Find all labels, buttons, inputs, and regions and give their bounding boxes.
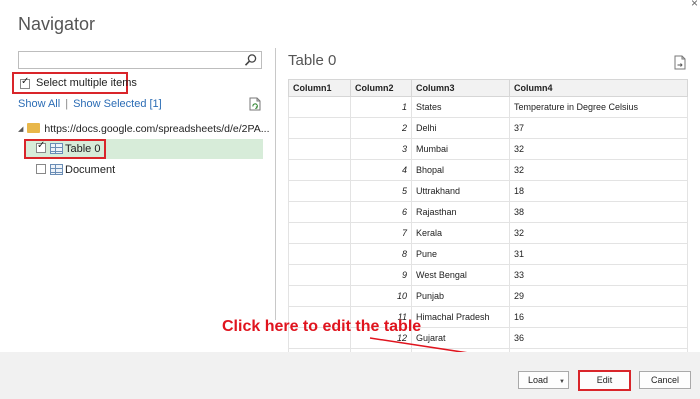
refresh-icon[interactable]	[249, 97, 261, 111]
table-row: 7 Kerala 32	[288, 222, 688, 244]
table-cell: 33	[509, 264, 688, 286]
table-cell: Kerala	[411, 222, 510, 244]
table-icon	[50, 143, 63, 154]
table-row: 10 Punjab 29	[288, 285, 688, 307]
link-separator: |	[65, 98, 69, 110]
table-cell: 16	[509, 306, 688, 328]
edit-button[interactable]: Edit	[578, 370, 631, 391]
column-header[interactable]: Column2	[350, 79, 412, 97]
table-row: 8 Pune 31	[288, 243, 688, 265]
panel-divider	[275, 48, 276, 320]
show-selected-link[interactable]: Show Selected [1]	[73, 98, 162, 110]
folder-icon	[27, 123, 41, 133]
show-all-link[interactable]: Show All	[18, 98, 60, 110]
search-icon[interactable]	[244, 53, 258, 67]
table-cell: 31	[509, 243, 688, 265]
table-row: 1 States Temperature in Degree Celsius	[288, 96, 688, 118]
table-cell: 32	[509, 159, 688, 181]
table-cell: 36	[509, 327, 688, 349]
table-row: 2 Delhi 37	[288, 117, 688, 139]
table-cell: 32	[509, 138, 688, 160]
checkbox-unchecked[interactable]	[36, 164, 46, 174]
table-cell: 29	[509, 285, 688, 307]
table-cell	[288, 159, 351, 181]
tree-item-table-0[interactable]: Table 0	[36, 140, 101, 155]
column-header[interactable]: Column4	[509, 79, 688, 97]
table-cell	[288, 264, 351, 286]
table-cell: Bhopal	[411, 159, 510, 181]
table-cell: West Bengal	[411, 264, 510, 286]
tree-root-label: https://docs.google.com/spreadsheets/d/e…	[44, 123, 270, 135]
column-header[interactable]: Column3	[411, 79, 510, 97]
table-cell: Punjab	[411, 285, 510, 307]
table-cell: 3	[350, 138, 412, 160]
table-cell: Rajasthan	[411, 201, 510, 223]
table-cell: 2	[350, 117, 412, 139]
table-cell: Temperature in Degree Celsius	[509, 96, 688, 118]
table-cell: 8	[350, 243, 412, 265]
chevron-down-icon: ▼	[559, 379, 565, 385]
table-cell	[288, 201, 351, 223]
table-cell: Gujarat	[411, 327, 510, 349]
tree-item-label: Table 0	[65, 143, 101, 155]
annotation-callout: Click here to edit the table	[222, 318, 422, 335]
tree-item-document[interactable]: Document	[36, 164, 115, 176]
table-row: 6 Rajasthan 38	[288, 201, 688, 223]
table-cell: States	[411, 96, 510, 118]
cancel-button[interactable]: Cancel	[639, 371, 691, 389]
close-icon[interactable]: ×	[691, 0, 698, 10]
load-dropdown-button[interactable]: ▼	[556, 371, 569, 389]
expand-triangle-icon[interactable]: ◢	[18, 125, 23, 133]
table-cell: 6	[350, 201, 412, 223]
table-cell: 5	[350, 180, 412, 202]
select-multiple-items-checkbox[interactable]: Select multiple items	[12, 72, 137, 94]
table-cell: 4	[350, 159, 412, 181]
table-cell	[288, 96, 351, 118]
tree-root-node[interactable]: ◢ https://docs.google.com/spreadsheets/d/…	[18, 123, 270, 135]
table-cell: 32	[509, 222, 688, 244]
table-cell	[288, 243, 351, 265]
table-cell	[288, 180, 351, 202]
table-cell: Delhi	[411, 117, 510, 139]
table-cell	[288, 222, 351, 244]
table-cell: 18	[509, 180, 688, 202]
table-row: 3 Mumbai 32	[288, 138, 688, 160]
table-cell: 7	[350, 222, 412, 244]
table-row: 9 West Bengal 33	[288, 264, 688, 286]
table-cell: Mumbai	[411, 138, 510, 160]
table-cell	[288, 117, 351, 139]
table-cell: 37	[509, 117, 688, 139]
table-cell: 9	[350, 264, 412, 286]
table-icon	[50, 164, 63, 175]
table-cell: Himachal Pradesh	[411, 306, 510, 328]
export-icon[interactable]	[674, 55, 686, 70]
table-cell: Uttrakhand	[411, 180, 510, 202]
table-cell: 38	[509, 201, 688, 223]
search-input[interactable]	[18, 51, 262, 69]
table-row: 4 Bhopal 32	[288, 159, 688, 181]
dialog-title: Navigator	[18, 14, 96, 34]
checkbox-checked[interactable]	[36, 140, 46, 153]
column-header[interactable]: Column1	[288, 79, 351, 97]
table-header-row: Column1 Column2 Column3 Column4	[288, 79, 688, 97]
preview-title: Table 0	[288, 52, 337, 69]
tree-item-label: Document	[65, 164, 116, 176]
filter-links: Show All | Show Selected [1]	[18, 98, 162, 110]
table-row: 5 Uttrakhand 18	[288, 180, 688, 202]
table-cell: Pune	[411, 243, 510, 265]
table-cell: 1	[350, 96, 412, 118]
table-cell: 10	[350, 285, 412, 307]
table-cell	[288, 138, 351, 160]
load-button[interactable]: Load	[518, 371, 558, 389]
select-multiple-label: Select multiple items	[36, 77, 137, 89]
checkbox-checked[interactable]	[20, 76, 30, 89]
table-cell	[288, 285, 351, 307]
